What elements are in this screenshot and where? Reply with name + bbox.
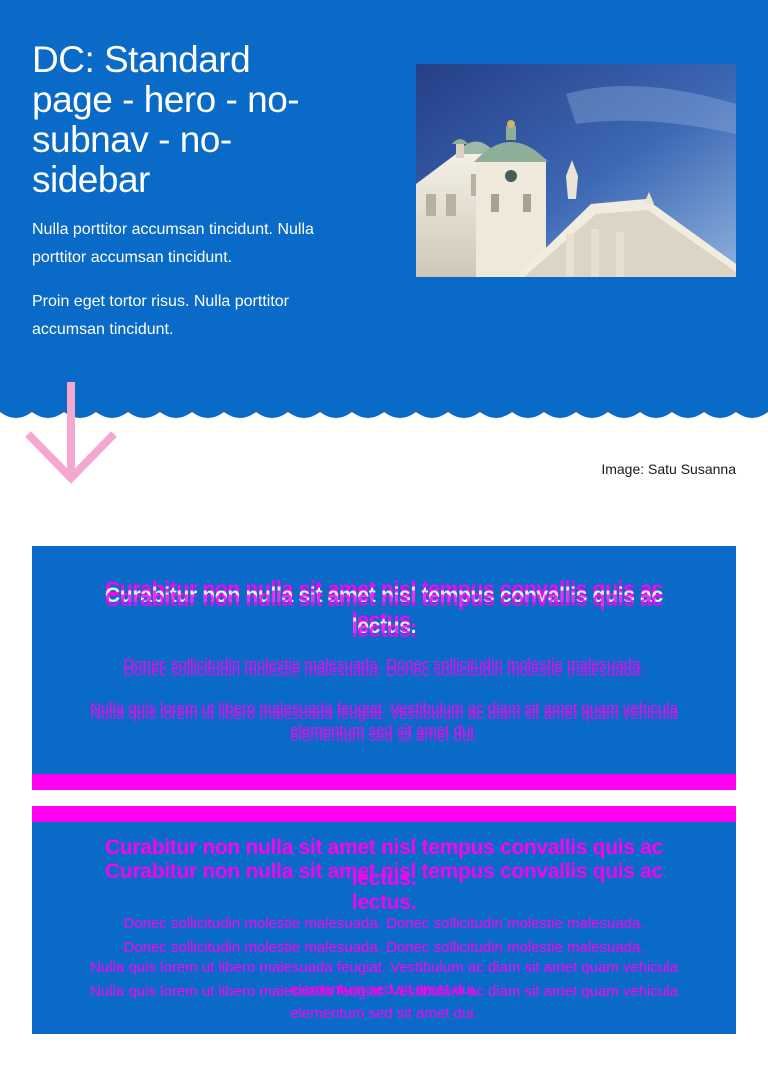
block-1-title-shadow: Curabitur non nulla sit amet nisl tempus… <box>105 588 663 642</box>
block-1-text-1-shadow: Donec sollicitudin molestie malesuada. D… <box>123 663 645 680</box>
image-caption: Image: Satu Susanna <box>601 461 736 477</box>
hero-section: DC: Standard page - hero - no-subnav - n… <box>0 0 768 412</box>
block-2-text-1: Donec sollicitudin molestie malesuada. D… <box>123 915 645 932</box>
hero-image <box>416 64 736 277</box>
content-block-2: Curabitur non nulla sit amet nisl tempus… <box>32 806 736 1034</box>
page-title: DC: Standard page - hero - no-subnav - n… <box>32 39 300 200</box>
arrow-down-icon <box>25 382 117 484</box>
block-2-title-shadow: Curabitur non nulla sit amet nisl tempus… <box>105 860 663 914</box>
content-block-1: Curabitur non nulla sit amet nisl tempus… <box>32 546 736 790</box>
block-2-accent-stripe <box>32 806 736 822</box>
hero-paragraph-1: Nulla porttitor accumsan tincidunt. Null… <box>32 221 314 266</box>
block-1-accent-stripe <box>32 774 736 790</box>
block-2-text-1-shadow: Donec sollicitudin molestie malesuada. D… <box>123 939 645 956</box>
block-2-text-2-shadow: Nulla quis lorem ut libero malesuada feu… <box>90 983 678 1022</box>
block-1-text-2-shadow: Nulla quis lorem ut libero malesuada feu… <box>90 706 678 745</box>
hero-paragraph-2: Proin eget tortor risus. Nulla porttitor… <box>32 293 289 338</box>
